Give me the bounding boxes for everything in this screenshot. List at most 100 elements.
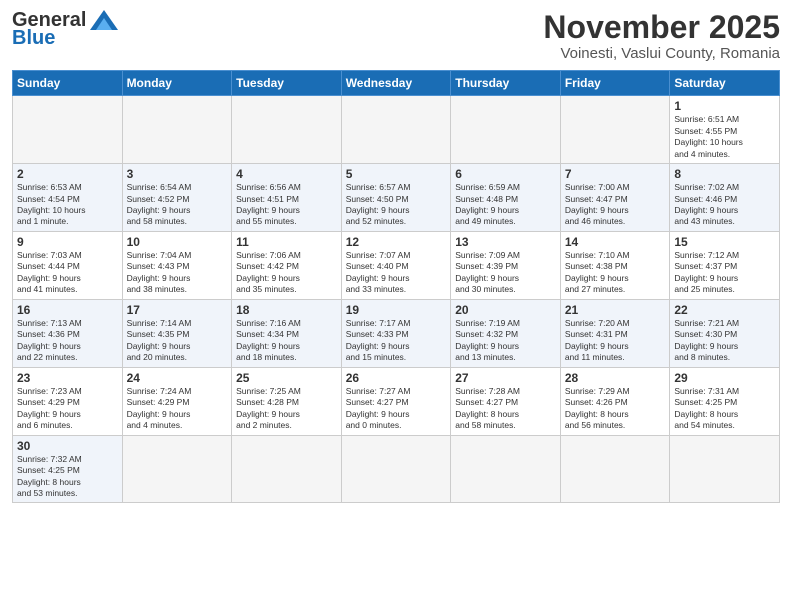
calendar-cell [341,435,451,503]
calendar-cell: 1Sunrise: 6:51 AM Sunset: 4:55 PM Daylig… [670,96,780,164]
day-info: Sunrise: 7:09 AM Sunset: 4:39 PM Dayligh… [455,250,556,296]
calendar-cell: 25Sunrise: 7:25 AM Sunset: 4:28 PM Dayli… [232,367,342,435]
day-number: 29 [674,371,775,385]
day-info: Sunrise: 7:14 AM Sunset: 4:35 PM Dayligh… [127,318,228,364]
day-number: 3 [127,167,228,181]
day-info: Sunrise: 7:10 AM Sunset: 4:38 PM Dayligh… [565,250,666,296]
day-info: Sunrise: 7:12 AM Sunset: 4:37 PM Dayligh… [674,250,775,296]
calendar-cell: 11Sunrise: 7:06 AM Sunset: 4:42 PM Dayli… [232,231,342,299]
calendar-week-row: 2Sunrise: 6:53 AM Sunset: 4:54 PM Daylig… [13,164,780,232]
day-info: Sunrise: 7:29 AM Sunset: 4:26 PM Dayligh… [565,386,666,432]
calendar-cell: 24Sunrise: 7:24 AM Sunset: 4:29 PM Dayli… [122,367,232,435]
day-info: Sunrise: 7:24 AM Sunset: 4:29 PM Dayligh… [127,386,228,432]
day-info: Sunrise: 6:59 AM Sunset: 4:48 PM Dayligh… [455,182,556,228]
day-info: Sunrise: 7:32 AM Sunset: 4:25 PM Dayligh… [17,454,118,500]
calendar-week-row: 30Sunrise: 7:32 AM Sunset: 4:25 PM Dayli… [13,435,780,503]
weekday-header-row: SundayMondayTuesdayWednesdayThursdayFrid… [13,71,780,96]
weekday-header-thursday: Thursday [451,71,561,96]
calendar-cell [670,435,780,503]
calendar-week-row: 16Sunrise: 7:13 AM Sunset: 4:36 PM Dayli… [13,299,780,367]
day-number: 6 [455,167,556,181]
calendar-cell: 2Sunrise: 6:53 AM Sunset: 4:54 PM Daylig… [13,164,123,232]
calendar-cell [122,96,232,164]
header: General Blue November 2025 Voinesti, Vas… [12,10,780,62]
calendar-cell: 14Sunrise: 7:10 AM Sunset: 4:38 PM Dayli… [560,231,670,299]
day-number: 17 [127,303,228,317]
day-info: Sunrise: 7:00 AM Sunset: 4:47 PM Dayligh… [565,182,666,228]
day-info: Sunrise: 7:17 AM Sunset: 4:33 PM Dayligh… [346,318,447,364]
weekday-header-tuesday: Tuesday [232,71,342,96]
calendar-cell: 3Sunrise: 6:54 AM Sunset: 4:52 PM Daylig… [122,164,232,232]
day-number: 23 [17,371,118,385]
day-number: 28 [565,371,666,385]
page: General Blue November 2025 Voinesti, Vas… [0,0,792,612]
month-title: November 2025 [543,10,780,45]
calendar-cell: 23Sunrise: 7:23 AM Sunset: 4:29 PM Dayli… [13,367,123,435]
calendar-cell: 8Sunrise: 7:02 AM Sunset: 4:46 PM Daylig… [670,164,780,232]
weekday-header-saturday: Saturday [670,71,780,96]
day-info: Sunrise: 6:54 AM Sunset: 4:52 PM Dayligh… [127,182,228,228]
day-info: Sunrise: 7:16 AM Sunset: 4:34 PM Dayligh… [236,318,337,364]
logo: General Blue [12,10,118,48]
day-number: 8 [674,167,775,181]
calendar-cell [560,435,670,503]
logo-blue-label: Blue [12,28,55,48]
title-block: November 2025 Voinesti, Vaslui County, R… [543,10,780,62]
day-info: Sunrise: 7:25 AM Sunset: 4:28 PM Dayligh… [236,386,337,432]
day-number: 13 [455,235,556,249]
calendar-cell: 30Sunrise: 7:32 AM Sunset: 4:25 PM Dayli… [13,435,123,503]
calendar-cell [122,435,232,503]
calendar-week-row: 9Sunrise: 7:03 AM Sunset: 4:44 PM Daylig… [13,231,780,299]
day-info: Sunrise: 7:07 AM Sunset: 4:40 PM Dayligh… [346,250,447,296]
day-number: 10 [127,235,228,249]
calendar-cell: 17Sunrise: 7:14 AM Sunset: 4:35 PM Dayli… [122,299,232,367]
calendar-week-row: 23Sunrise: 7:23 AM Sunset: 4:29 PM Dayli… [13,367,780,435]
day-info: Sunrise: 7:23 AM Sunset: 4:29 PM Dayligh… [17,386,118,432]
calendar-cell: 20Sunrise: 7:19 AM Sunset: 4:32 PM Dayli… [451,299,561,367]
calendar-cell [560,96,670,164]
calendar-cell: 22Sunrise: 7:21 AM Sunset: 4:30 PM Dayli… [670,299,780,367]
calendar-cell: 15Sunrise: 7:12 AM Sunset: 4:37 PM Dayli… [670,231,780,299]
day-info: Sunrise: 7:06 AM Sunset: 4:42 PM Dayligh… [236,250,337,296]
day-number: 11 [236,235,337,249]
day-info: Sunrise: 6:53 AM Sunset: 4:54 PM Dayligh… [17,182,118,228]
calendar-cell: 7Sunrise: 7:00 AM Sunset: 4:47 PM Daylig… [560,164,670,232]
calendar-cell: 10Sunrise: 7:04 AM Sunset: 4:43 PM Dayli… [122,231,232,299]
calendar-cell: 18Sunrise: 7:16 AM Sunset: 4:34 PM Dayli… [232,299,342,367]
calendar-cell [341,96,451,164]
day-number: 24 [127,371,228,385]
calendar-cell: 12Sunrise: 7:07 AM Sunset: 4:40 PM Dayli… [341,231,451,299]
calendar-cell: 5Sunrise: 6:57 AM Sunset: 4:50 PM Daylig… [341,164,451,232]
day-info: Sunrise: 6:56 AM Sunset: 4:51 PM Dayligh… [236,182,337,228]
day-info: Sunrise: 7:21 AM Sunset: 4:30 PM Dayligh… [674,318,775,364]
calendar-cell: 6Sunrise: 6:59 AM Sunset: 4:48 PM Daylig… [451,164,561,232]
day-number: 5 [346,167,447,181]
weekday-header-sunday: Sunday [13,71,123,96]
weekday-header-wednesday: Wednesday [341,71,451,96]
day-info: Sunrise: 7:28 AM Sunset: 4:27 PM Dayligh… [455,386,556,432]
calendar-cell: 28Sunrise: 7:29 AM Sunset: 4:26 PM Dayli… [560,367,670,435]
day-info: Sunrise: 6:57 AM Sunset: 4:50 PM Dayligh… [346,182,447,228]
day-info: Sunrise: 6:51 AM Sunset: 4:55 PM Dayligh… [674,114,775,160]
day-info: Sunrise: 7:04 AM Sunset: 4:43 PM Dayligh… [127,250,228,296]
day-number: 20 [455,303,556,317]
day-info: Sunrise: 7:02 AM Sunset: 4:46 PM Dayligh… [674,182,775,228]
day-number: 12 [346,235,447,249]
calendar-cell: 26Sunrise: 7:27 AM Sunset: 4:27 PM Dayli… [341,367,451,435]
calendar-cell [451,435,561,503]
calendar-cell: 19Sunrise: 7:17 AM Sunset: 4:33 PM Dayli… [341,299,451,367]
day-number: 1 [674,99,775,113]
calendar-cell: 29Sunrise: 7:31 AM Sunset: 4:25 PM Dayli… [670,367,780,435]
logo-blue-icon [90,10,118,30]
day-number: 14 [565,235,666,249]
weekday-header-monday: Monday [122,71,232,96]
day-number: 21 [565,303,666,317]
calendar-cell [451,96,561,164]
calendar-cell: 13Sunrise: 7:09 AM Sunset: 4:39 PM Dayli… [451,231,561,299]
calendar-cell: 27Sunrise: 7:28 AM Sunset: 4:27 PM Dayli… [451,367,561,435]
day-number: 25 [236,371,337,385]
calendar-table: SundayMondayTuesdayWednesdayThursdayFrid… [12,70,780,503]
calendar-cell: 9Sunrise: 7:03 AM Sunset: 4:44 PM Daylig… [13,231,123,299]
day-info: Sunrise: 7:31 AM Sunset: 4:25 PM Dayligh… [674,386,775,432]
day-info: Sunrise: 7:13 AM Sunset: 4:36 PM Dayligh… [17,318,118,364]
